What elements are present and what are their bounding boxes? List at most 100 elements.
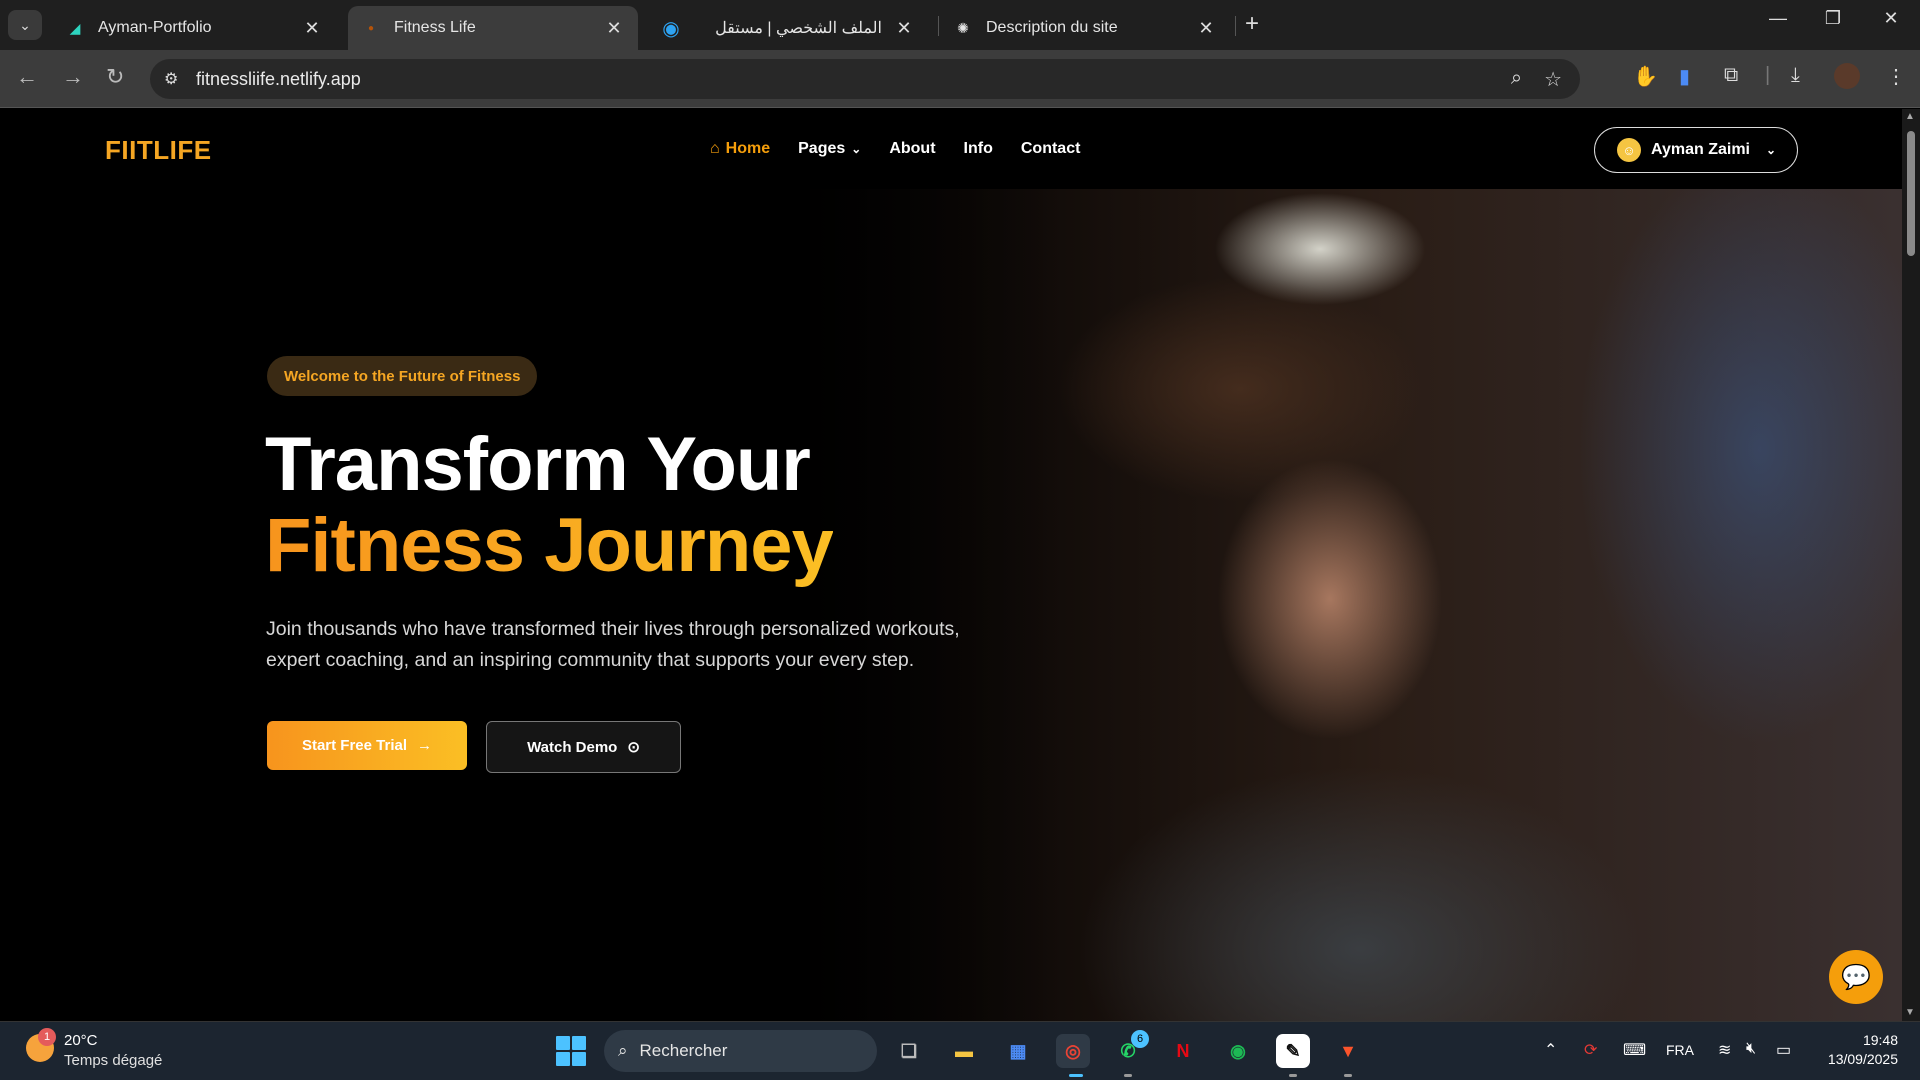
tab-search-button[interactable]: ⌄ — [8, 10, 42, 40]
minimize-button[interactable]: — — [1753, 8, 1803, 29]
tab-title: Ayman-Portfolio — [98, 19, 212, 36]
url-text[interactable]: fitnessliife.netlify.app — [196, 69, 361, 90]
active-app-indicator — [1069, 1074, 1083, 1077]
scrollbar-thumb[interactable] — [1907, 131, 1915, 256]
docs-extension-icon[interactable]: ▮ — [1679, 64, 1690, 89]
taskbar-search[interactable]: ⌕ Rechercher — [604, 1030, 877, 1072]
keyboard-icon[interactable]: ⌨ — [1623, 1040, 1646, 1060]
close-window-button[interactable]: ✕ — [1866, 8, 1916, 29]
play-circle-icon: ⊙ — [627, 739, 640, 756]
nav-pages[interactable]: Pages ⌄ — [798, 140, 861, 158]
download-icon[interactable]: ⤓ — [1791, 64, 1800, 87]
search-icon: ⌕ — [618, 1041, 628, 1060]
start-free-trial-label: Start Free Trial — [301, 737, 408, 754]
system-clock[interactable]: 19:48 13/09/2025 — [1818, 1031, 1898, 1069]
home-icon: ⌂ — [710, 140, 720, 157]
extensions-puzzle-icon[interactable]: ⧉ — [1724, 64, 1738, 87]
user-menu-button[interactable]: ☺ Ayman Zaimi ⌄ — [1594, 127, 1798, 173]
restore-button[interactable]: ❐ — [1808, 8, 1858, 29]
back-arrow-icon[interactable]: ← — [16, 64, 38, 90]
app-running-indicator — [1344, 1074, 1352, 1077]
battery-icon[interactable]: ▭ — [1776, 1040, 1791, 1060]
web-page: FIITLIFE ⌂ Home Pages ⌄ About Info Conta… — [0, 109, 1902, 1021]
clock-date: 13/09/2025 — [1827, 1051, 1898, 1067]
chat-bubble-button[interactable]: 💬 — [1829, 950, 1883, 1004]
zoom-icon[interactable]: ⌕ — [1511, 67, 1522, 92]
vscode-like-icon[interactable]: ✎ — [1276, 1034, 1310, 1068]
arrow-right-icon: → — [417, 737, 433, 754]
nav-info-label: Info — [963, 140, 993, 157]
chat-icon: 💬 — [1841, 963, 1871, 991]
bookmark-star-icon[interactable]: ☆ — [1544, 67, 1562, 92]
hero-subtitle: Join thousands who have transformed thei… — [266, 618, 960, 671]
whatsapp-badge: 6 — [1131, 1030, 1149, 1048]
browser-tab-strip: ⌄ ◢ Ayman-Portfolio ✕ ● Fitness Life ✕ ◉… — [0, 0, 1920, 50]
fitness-icon: ● — [367, 22, 375, 34]
profile-avatar[interactable] — [1834, 63, 1860, 89]
brave-icon[interactable]: ▼ — [1331, 1034, 1365, 1068]
show-hidden-icons-chevron-icon[interactable]: ⌃ — [1544, 1040, 1557, 1060]
toolbar-divider: | — [1765, 64, 1771, 86]
tab-title: Description du site — [986, 19, 1118, 36]
site-logo[interactable]: FIITLIFE — [105, 135, 212, 166]
file-explorer-icon[interactable]: ▬ — [947, 1034, 981, 1068]
scroll-down-arrow-icon[interactable]: ▼ — [1905, 1007, 1915, 1018]
tab-fitness-life[interactable]: ● Fitness Life ✕ — [348, 6, 638, 50]
nav-home[interactable]: ⌂ Home — [710, 140, 770, 158]
tab-description-du-site[interactable]: ✺ Description du site ✕ — [940, 6, 1230, 50]
new-tab-button[interactable]: + — [1245, 10, 1259, 38]
start-windows-icon[interactable] — [556, 1036, 586, 1066]
tab-mostaql[interactable]: ◉ الملف الشخصي | مستقل ✕ — [648, 6, 928, 50]
reload-icon[interactable]: ↻ — [106, 64, 124, 90]
tab-ayman-portfolio[interactable]: ◢ Ayman-Portfolio ✕ — [52, 6, 336, 50]
nav-about[interactable]: About — [889, 140, 935, 158]
chrome-icon[interactable]: ◎ — [1056, 1034, 1090, 1068]
wifi-icon[interactable]: ≋ — [1718, 1040, 1731, 1060]
language-indicator[interactable]: FRA — [1666, 1042, 1694, 1058]
nav-info[interactable]: Info — [964, 140, 993, 158]
watch-demo-button[interactable]: Watch Demo ⊙ — [486, 721, 681, 773]
close-icon[interactable]: ✕ — [604, 18, 624, 39]
chevron-down-icon: ⌄ — [1766, 143, 1777, 157]
weather-description[interactable]: Temps dégagé — [64, 1052, 162, 1069]
weather-temperature[interactable]: 20°C — [64, 1032, 98, 1049]
user-name: Ayman Zaimi — [1651, 141, 1750, 158]
close-icon[interactable]: ✕ — [1196, 18, 1216, 39]
nav-contact[interactable]: Contact — [1021, 140, 1081, 158]
site-header: FIITLIFE ⌂ Home Pages ⌄ About Info Conta… — [0, 109, 1902, 191]
sync-icon[interactable]: ⟳ — [1584, 1040, 1597, 1060]
scroll-up-arrow-icon[interactable]: ▲ — [1905, 111, 1915, 122]
address-bar[interactable]: ⚙ fitnessliife.netlify.app ⌕ ☆ — [150, 59, 1580, 99]
chatgpt-icon: ✺ — [957, 19, 969, 36]
nav-contact-label: Contact — [1020, 140, 1081, 157]
mostaql-icon: ◉ — [662, 17, 680, 40]
close-icon[interactable]: ✕ — [894, 18, 914, 39]
page-scrollbar[interactable]: ▲ ▼ — [1902, 109, 1920, 1021]
app-running-indicator — [1289, 1074, 1297, 1077]
tab-title: Fitness Life — [394, 19, 476, 36]
windows-taskbar: 1 20°C Temps dégagé ⌕ Rechercher ❏ ▬ ▦ ◎… — [0, 1021, 1920, 1080]
speaker-muted-icon[interactable]: 🔇︎ — [1746, 1040, 1756, 1058]
task-view-icon[interactable]: ❏ — [892, 1034, 926, 1068]
microsoft-store-icon[interactable]: ▦ — [1001, 1034, 1035, 1068]
app-running-indicator — [1124, 1074, 1132, 1077]
hero-badge: Welcome to the Future of Fitness — [267, 356, 538, 396]
start-free-trial-button[interactable]: Start Free Trial → — [267, 721, 467, 770]
weather-badge: 1 — [38, 1028, 56, 1046]
clock-time: 19:48 — [1862, 1032, 1898, 1048]
hero-title-line1: Transform Your — [265, 422, 811, 507]
user-avatar-icon: ☺ — [1617, 138, 1641, 162]
spotify-icon[interactable]: ◉ — [1221, 1034, 1255, 1068]
nav-about-label: About — [889, 140, 936, 157]
forward-arrow-icon[interactable]: → — [62, 64, 84, 90]
watch-demo-label: Watch Demo — [527, 738, 618, 756]
browser-menu-icon[interactable]: ⋮ — [1886, 64, 1906, 89]
netflix-icon[interactable]: N — [1166, 1034, 1200, 1068]
tab-separator — [938, 16, 939, 36]
nav-pages-label: Pages — [798, 140, 846, 157]
hero-title-line2: Fitness Journey — [265, 503, 834, 588]
tab-title: الملف الشخصي | مستقل — [715, 20, 882, 37]
adblock-extension-icon[interactable]: ✋ — [1633, 64, 1658, 89]
close-icon[interactable]: ✕ — [302, 18, 322, 39]
site-info-icon[interactable]: ⚙ — [164, 69, 186, 89]
